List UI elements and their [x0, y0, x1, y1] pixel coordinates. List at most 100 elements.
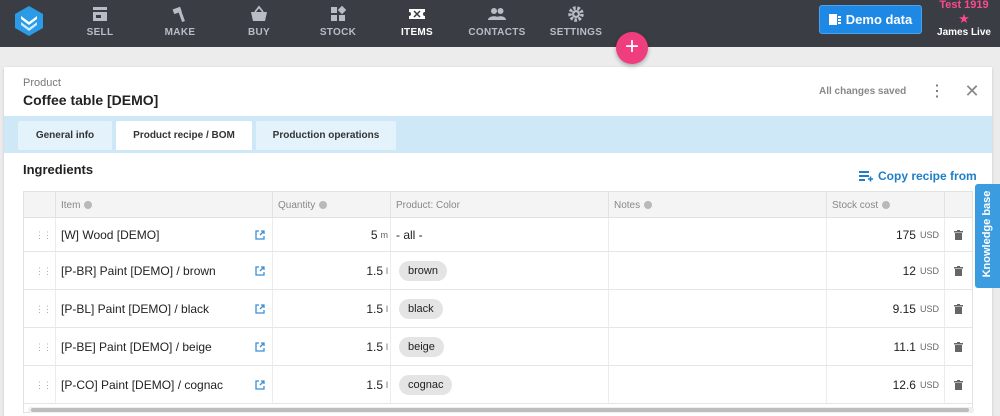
color-cell[interactable]: brown: [390, 252, 608, 289]
nav-stock[interactable]: STOCK: [316, 0, 360, 47]
company-name: Test 1919: [939, 0, 989, 11]
nav-make[interactable]: MAKE: [157, 0, 203, 47]
drag-handle-icon[interactable]: ⋮⋮⋮: [35, 343, 60, 352]
stock-cost-cell: 12.6 USD: [826, 366, 944, 403]
info-icon[interactable]: [882, 201, 891, 209]
quantity-cell[interactable]: 1.5 l: [272, 252, 390, 289]
stock-cost-cell: 175 USD: [826, 218, 944, 251]
trash-icon[interactable]: [954, 304, 963, 314]
item-cell[interactable]: [P-BE] Paint [DEMO] / beige: [55, 328, 273, 365]
table-row[interactable]: ⋮⋮⋮ [P-BL] Paint [DEMO] / black 1.5 l black 9…: [24, 290, 972, 328]
info-icon[interactable]: [319, 201, 328, 209]
record-type-label: Product: [23, 77, 61, 89]
item-name: [P-BL] Paint [DEMO] / black: [61, 301, 210, 316]
knowledge-base-tab[interactable]: Knowledge base: [975, 184, 1000, 288]
notes-cell[interactable]: [608, 252, 826, 289]
col-color[interactable]: Product: Color: [390, 192, 608, 218]
horizontal-scrollbar[interactable]: [28, 407, 974, 413]
account-menu[interactable]: Test 1919 ★ James Live: [930, 0, 998, 47]
trash-icon[interactable]: [954, 230, 963, 240]
copy-recipe-link[interactable]: Copy recipe from: [859, 169, 977, 183]
nav-sell[interactable]: SELL: [78, 0, 122, 47]
col-notes[interactable]: Notes: [608, 192, 826, 218]
color-chip[interactable]: cognac: [399, 374, 453, 395]
gear-icon: [568, 6, 584, 22]
store-icon: [93, 7, 107, 21]
add-new-button[interactable]: +: [616, 32, 648, 64]
quantity-value: 1.5: [366, 301, 383, 316]
open-link-icon[interactable]: [255, 266, 265, 276]
tab-production-operations[interactable]: Production operations: [256, 121, 396, 150]
drag-handle-icon[interactable]: ⋮⋮⋮: [35, 231, 60, 240]
item-cell[interactable]: [W] Wood [DEMO]: [55, 218, 273, 251]
color-cell[interactable]: beige: [390, 328, 608, 365]
col-item[interactable]: Item: [55, 192, 273, 218]
app-logo-icon[interactable]: [14, 5, 44, 37]
quantity-cell[interactable]: 1.5 l: [272, 290, 390, 327]
unit-label: l: [386, 379, 388, 390]
hammer-icon: [172, 6, 185, 22]
top-navigation: SELL MAKE BUY STOCK ITEMS CONTACTS SETTI…: [0, 0, 1000, 47]
stock-cost-cell: 9.15 USD: [826, 290, 944, 327]
currency-label: USD: [919, 303, 939, 314]
drag-handle-icon[interactable]: ⋮⋮⋮: [35, 381, 60, 390]
tab-general-info[interactable]: General info: [18, 121, 112, 150]
demo-data-button[interactable]: Demo data: [819, 5, 922, 34]
item-cell[interactable]: [P-CO] Paint [DEMO] / cognac: [55, 366, 273, 403]
color-chip[interactable]: brown: [399, 260, 447, 281]
nav-contacts[interactable]: CONTACTS: [466, 0, 528, 47]
notes-cell[interactable]: [608, 218, 826, 251]
item-cell[interactable]: [P-BR] Paint [DEMO] / brown: [55, 252, 273, 289]
col-stock-cost[interactable]: Stock cost: [826, 192, 944, 218]
more-options-icon[interactable]: ⋮: [929, 83, 945, 101]
unit-label: l: [386, 303, 388, 314]
info-icon[interactable]: [84, 201, 93, 209]
open-link-icon[interactable]: [255, 342, 265, 352]
stock-cost-cell: 11.1 USD: [826, 328, 944, 365]
ingredients-heading: Ingredients: [23, 162, 94, 177]
open-link-icon[interactable]: [255, 230, 265, 240]
nav-buy[interactable]: BUY: [237, 0, 281, 47]
notes-cell[interactable]: [608, 328, 826, 365]
nav-make-label: MAKE: [164, 27, 196, 38]
quantity-cell[interactable]: 1.5 l: [272, 366, 390, 403]
table-row[interactable]: ⋮⋮⋮ [P-BE] Paint [DEMO] / beige 1.5 l beige 1…: [24, 328, 972, 366]
notes-cell[interactable]: [608, 290, 826, 327]
scrollbar-thumb[interactable]: [31, 408, 969, 412]
trash-icon[interactable]: [954, 380, 963, 390]
table-row[interactable]: ⋮⋮⋮ [P-CO] Paint [DEMO] / cognac 1.5 l cogna…: [24, 366, 972, 404]
quantity-value: 1.5: [366, 263, 383, 278]
nav-settings[interactable]: SETTINGS: [548, 0, 604, 47]
col-notes-label: Notes: [614, 199, 641, 211]
close-icon[interactable]: ✕: [964, 82, 980, 100]
trash-icon[interactable]: [954, 266, 963, 276]
table-row[interactable]: ⋮⋮⋮ [W] Wood [DEMO] 5 m - all - 175 USD: [24, 218, 972, 252]
table-row[interactable]: ⋮⋮⋮ [P-BR] Paint [DEMO] / brown 1.5 l brown 1…: [24, 252, 972, 290]
color-cell[interactable]: cognac: [390, 366, 608, 403]
stock-boxes-icon: [331, 5, 347, 21]
col-actions: [944, 192, 972, 218]
color-cell[interactable]: - all -: [390, 218, 608, 251]
color-value[interactable]: - all -: [396, 228, 423, 242]
item-cell[interactable]: [P-BL] Paint [DEMO] / black: [55, 290, 273, 327]
quantity-value: 5: [370, 227, 378, 242]
knowledge-base-label: Knowledge base: [981, 190, 993, 278]
color-cell[interactable]: black: [390, 290, 608, 327]
trash-icon[interactable]: [954, 342, 963, 352]
product-panel: Product Coffee table [DEMO] All changes …: [4, 67, 992, 416]
nav-items[interactable]: ITEMS: [395, 0, 439, 47]
open-link-icon[interactable]: [255, 304, 265, 314]
tab-product-recipe[interactable]: Product recipe / BOM: [116, 121, 252, 150]
item-name: [W] Wood [DEMO]: [61, 227, 160, 242]
col-quantity[interactable]: Quantity: [272, 192, 390, 218]
info-icon[interactable]: [644, 201, 653, 209]
drag-handle-icon[interactable]: ⋮⋮⋮: [35, 305, 60, 314]
open-link-icon[interactable]: [255, 380, 265, 390]
stock-cost-value: 11.1: [893, 339, 916, 354]
quantity-cell[interactable]: 5m: [272, 218, 390, 251]
color-chip[interactable]: beige: [399, 336, 444, 357]
quantity-cell[interactable]: 1.5 l: [272, 328, 390, 365]
drag-handle-icon[interactable]: ⋮⋮⋮: [35, 267, 60, 276]
notes-cell[interactable]: [608, 366, 826, 403]
color-chip[interactable]: black: [399, 298, 443, 319]
